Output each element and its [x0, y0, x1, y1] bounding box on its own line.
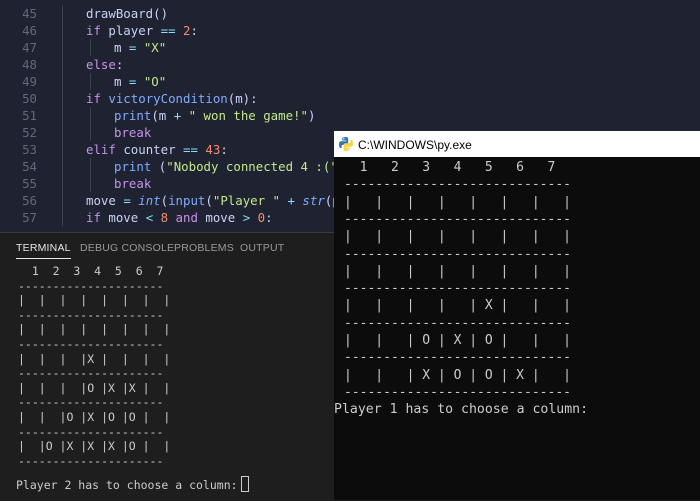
indent-guide — [62, 107, 63, 124]
indent-guide — [90, 73, 91, 90]
line-number: 47 — [22, 40, 37, 55]
line-number: 53 — [22, 142, 37, 157]
code-line[interactable]: 46 if player == 2: — [0, 22, 700, 39]
indent-guide — [62, 5, 63, 22]
code-text: break — [114, 125, 152, 140]
indent-guide — [62, 209, 63, 226]
python-icon — [338, 136, 354, 152]
code-text: elif counter == 43: — [86, 142, 228, 157]
console-line: ----------------------------- — [344, 177, 571, 193]
console-line: ----------------------------- — [344, 315, 571, 331]
terminal-prompt-text: Player 2 has to choose a column: — [16, 478, 238, 492]
console-line: ----------------------------- — [344, 281, 571, 297]
indent-guide — [62, 175, 63, 192]
line-number: 45 — [22, 6, 37, 21]
console-line: | | | | | | | | — [344, 263, 571, 279]
console-line: ----------------------------- — [344, 384, 571, 400]
terminal-prompt[interactable]: Player 2 has to choose a column: — [16, 476, 249, 492]
console-line: ----------------------------- — [344, 246, 571, 262]
line-number: 49 — [22, 74, 37, 89]
indent-guide — [62, 124, 63, 141]
indent-guide — [90, 175, 91, 192]
code-line[interactable]: 45 drawBoard() — [0, 5, 700, 22]
line-number: 52 — [22, 125, 37, 140]
line-number: 55 — [22, 176, 37, 191]
line-number: 51 — [22, 108, 37, 123]
console-line: | | | | | | | | — [344, 229, 571, 245]
code-line[interactable]: 48 else: — [0, 56, 700, 73]
console-line: 1 2 3 4 5 6 7 — [344, 160, 556, 175]
indent-guide — [62, 90, 63, 107]
code-line[interactable]: 50 if victoryCondition(m): — [0, 90, 700, 107]
line-number: 56 — [22, 193, 37, 208]
code-line[interactable]: 49 m = "O" — [0, 73, 700, 90]
indent-guide — [62, 73, 63, 90]
indent-guide — [90, 39, 91, 56]
console-line: ----------------------------- — [344, 211, 571, 227]
console-line: | | | | | X | | | — [344, 298, 571, 314]
line-number: 50 — [22, 91, 37, 106]
indent-guide — [62, 192, 63, 209]
code-text: m = "O" — [114, 74, 167, 89]
code-line[interactable]: 51 print(m + " won the game!") — [0, 107, 700, 124]
console-line: | | | | | | | | — [344, 194, 571, 210]
line-number: 54 — [22, 159, 37, 174]
line-number: 46 — [22, 23, 37, 38]
console-window[interactable]: C:\WINDOWS\py.exe 1 2 3 4 5 6 7 ---------… — [334, 131, 700, 500]
code-text: print ("Nobody connected 4 :(") — [114, 159, 345, 174]
code-line[interactable]: 47 m = "X" — [0, 39, 700, 56]
line-number: 57 — [22, 210, 37, 225]
console-prompt: Player 1 has to choose a column: — [334, 402, 589, 417]
window-title-bar[interactable]: C:\WINDOWS\py.exe — [334, 131, 700, 157]
indent-guide — [90, 158, 91, 175]
code-text: m = "X" — [114, 40, 167, 55]
tab-problems[interactable]: PROBLEMS — [174, 242, 234, 254]
terminal-line: --------------------- — [18, 453, 164, 468]
indent-guide — [90, 124, 91, 141]
window-title: C:\WINDOWS\py.exe — [358, 138, 472, 152]
indent-guide — [62, 22, 63, 39]
indent-guide — [62, 158, 63, 175]
console-line: | | | O | X | O | | | — [344, 333, 571, 348]
code-text: break — [114, 176, 152, 191]
indent-guide — [62, 39, 63, 56]
code-text: drawBoard() — [86, 6, 169, 21]
code-text: else: — [86, 57, 124, 72]
indent-guide — [62, 56, 63, 73]
console-line: | | | X | O | O | X | | — [344, 367, 571, 383]
indent-guide — [62, 141, 63, 158]
tab-output[interactable]: OUTPUT — [240, 242, 284, 254]
code-text: print(m + " won the game!") — [114, 108, 316, 123]
indent-guide — [90, 107, 91, 124]
code-text: if player == 2: — [86, 23, 198, 38]
console-line: ----------------------------- — [344, 350, 571, 366]
code-text: move = int(input("Player " + str(pla — [86, 193, 355, 208]
text-cursor — [240, 476, 249, 492]
code-text: if move < 8 and move > 0: — [86, 210, 273, 225]
tab-terminal[interactable]: TERMINAL — [16, 242, 71, 259]
code-text: if victoryCondition(m): — [86, 91, 258, 106]
tab-debug-console[interactable]: DEBUG CONSOLE — [80, 242, 174, 254]
line-number: 48 — [22, 57, 37, 72]
